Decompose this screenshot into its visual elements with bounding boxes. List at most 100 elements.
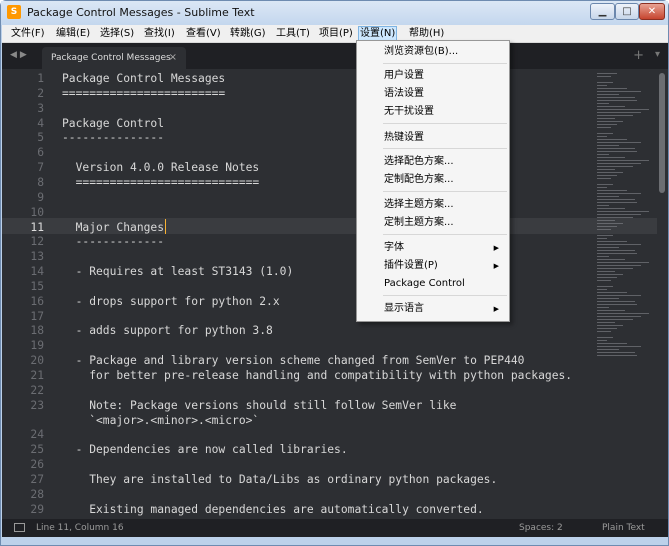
code-line[interactable]: - drops support for python 2.x xyxy=(62,294,280,309)
editor-area[interactable]: 1 2 3 4 5 6 7 8 9 10 11 12 13 14 15 16 17 18 19 20 21 22 23 24 2… xyxy=(2,69,668,519)
minimap-line xyxy=(597,169,615,170)
code-line[interactable]: - Dependencies are now called libraries. xyxy=(62,442,348,457)
minimap-line xyxy=(597,151,637,152)
code-line[interactable]: ======================== xyxy=(62,86,225,101)
minimap-line xyxy=(597,331,611,332)
settings-menu-item[interactable]: 用户设置 xyxy=(357,67,509,85)
minimap-line xyxy=(597,220,615,221)
minimap-line xyxy=(597,184,613,185)
minimap-line xyxy=(597,73,617,74)
tab-label: Package Control Messages xyxy=(51,53,171,63)
minimap-line xyxy=(597,106,625,107)
settings-menu-item[interactable]: 定制主题方案... xyxy=(357,214,509,232)
new-tab-plus-icon[interactable]: + xyxy=(633,48,644,63)
sublime-text-icon: S xyxy=(7,5,21,19)
minimap-line xyxy=(597,235,613,236)
line-number: 5 xyxy=(37,131,44,145)
minimize-icon[interactable]: ▁ xyxy=(590,3,615,20)
settings-menu-item[interactable]: 选择主题方案... xyxy=(357,196,509,214)
code-line[interactable]: ------------- xyxy=(62,234,164,249)
minimap-line xyxy=(597,175,617,176)
line-number: 21 xyxy=(30,369,44,382)
settings-menu-item[interactable]: 浏览资源包(B)... xyxy=(357,43,509,61)
minimap[interactable] xyxy=(592,71,656,371)
code-line[interactable]: Package Control xyxy=(62,116,164,131)
minimap-line xyxy=(597,268,633,269)
code-line[interactable]: =========================== xyxy=(62,175,260,190)
title-bar[interactable]: S Package Control Messages - Sublime Tex… xyxy=(1,1,668,25)
minimap-line xyxy=(597,286,613,287)
menu-file[interactable]: 文件(F) xyxy=(10,27,46,41)
settings-menu-item[interactable]: 选择配色方案... xyxy=(357,153,509,171)
code-line[interactable]: - adds support for python 3.8 xyxy=(62,323,273,338)
minimap-line xyxy=(597,217,633,218)
settings-menu-item[interactable]: 热键设置 xyxy=(357,129,509,147)
close-icon[interactable]: ✕ xyxy=(639,3,665,20)
minimap-line xyxy=(597,199,635,200)
code-line[interactable]: --------------- xyxy=(62,130,164,145)
code-line[interactable]: Major Changes xyxy=(62,220,164,235)
menu-help[interactable]: 帮助(H) xyxy=(408,27,445,41)
settings-menu-item[interactable]: 定制配色方案... xyxy=(357,171,509,189)
settings-menu-item-label: 定制主题方案... xyxy=(384,217,454,228)
menu-separator xyxy=(383,295,507,296)
chevron-right-icon[interactable]: ▶ xyxy=(20,50,30,60)
minimap-line xyxy=(597,295,641,296)
minimap-line xyxy=(597,259,625,260)
minimap-line xyxy=(597,136,607,137)
menu-tools[interactable]: 工具(T) xyxy=(275,27,311,41)
menu-view[interactable]: 查看(V) xyxy=(185,27,222,41)
close-tab-icon[interactable]: × xyxy=(169,47,177,69)
chevron-left-icon[interactable]: ◀ xyxy=(10,50,20,60)
minimap-line xyxy=(597,172,623,173)
minimap-line xyxy=(597,262,649,263)
minimap-line xyxy=(597,352,635,353)
minimap-line xyxy=(597,112,641,113)
line-number: 8 xyxy=(37,175,44,189)
menu-project[interactable]: 项目(P) xyxy=(318,27,354,41)
tab-list-chevron-icon[interactable]: ▾ xyxy=(655,49,660,60)
minimap-line xyxy=(597,178,611,179)
code-line[interactable]: Package Control Messages xyxy=(62,71,225,86)
line-number: 4 xyxy=(37,116,44,130)
settings-menu-item[interactable]: 语法设置 xyxy=(357,85,509,103)
line-number: 10 xyxy=(30,205,44,219)
code-line[interactable]: - Package and library version scheme cha… xyxy=(62,353,525,368)
tab-nav-arrows[interactable]: ◀▶ xyxy=(10,50,30,60)
settings-menu-item[interactable]: 字体 ▶ xyxy=(357,239,509,257)
code-line[interactable]: `<major>.<minor>.<micro>` xyxy=(62,413,259,428)
maximize-icon[interactable]: □ xyxy=(615,3,639,20)
code-line[interactable]: They are installed to Data/Libs as ordin… xyxy=(62,472,497,487)
settings-menu-item[interactable]: Package Control xyxy=(357,275,509,293)
settings-menu-item[interactable]: 无干扰设置 xyxy=(357,103,509,121)
minimap-line xyxy=(597,292,627,293)
syntax-setting[interactable]: Plain Text xyxy=(602,523,645,533)
minimap-line xyxy=(597,187,607,188)
settings-menu-item-label: 插件设置(P) xyxy=(384,260,438,271)
minimap-line xyxy=(597,274,623,275)
vertical-scrollbar[interactable] xyxy=(659,73,665,193)
settings-menu-item[interactable]: 插件设置(P) ▶ xyxy=(357,257,509,275)
minimap-line xyxy=(597,349,619,350)
code-line[interactable]: for better pre-release handling and comp… xyxy=(62,368,572,383)
panel-toggle-icon[interactable] xyxy=(14,523,25,532)
minimap-line xyxy=(597,238,607,239)
settings-menu-item-label: 语法设置 xyxy=(384,88,424,99)
minimap-line xyxy=(597,265,641,266)
menu-find[interactable]: 查找(I) xyxy=(143,27,176,41)
code-line[interactable]: Existing managed dependencies are automa… xyxy=(62,502,483,517)
code-line[interactable]: Note: Package versions should still foll… xyxy=(62,398,456,413)
indentation-setting[interactable]: Spaces: 2 xyxy=(519,523,563,533)
menu-goto[interactable]: 转跳(G) xyxy=(229,27,267,41)
minimap-line xyxy=(597,82,613,83)
menu-edit[interactable]: 编辑(E) xyxy=(55,27,91,41)
code-line[interactable]: Version 4.0.0 Release Notes xyxy=(62,160,260,175)
tab-bar: ◀▶ Package Control Messages × + ▾ xyxy=(2,43,668,69)
minimap-line xyxy=(597,241,627,242)
tab-package-control-messages[interactable]: Package Control Messages × xyxy=(42,47,186,69)
code-line[interactable]: - Requires at least ST3143 (1.0) xyxy=(62,264,294,279)
minimap-line xyxy=(597,85,607,86)
minimap-line xyxy=(597,289,607,290)
menu-selection[interactable]: 选择(S) xyxy=(99,27,135,41)
settings-menu-item[interactable]: 显示语言 ▶ xyxy=(357,300,509,318)
